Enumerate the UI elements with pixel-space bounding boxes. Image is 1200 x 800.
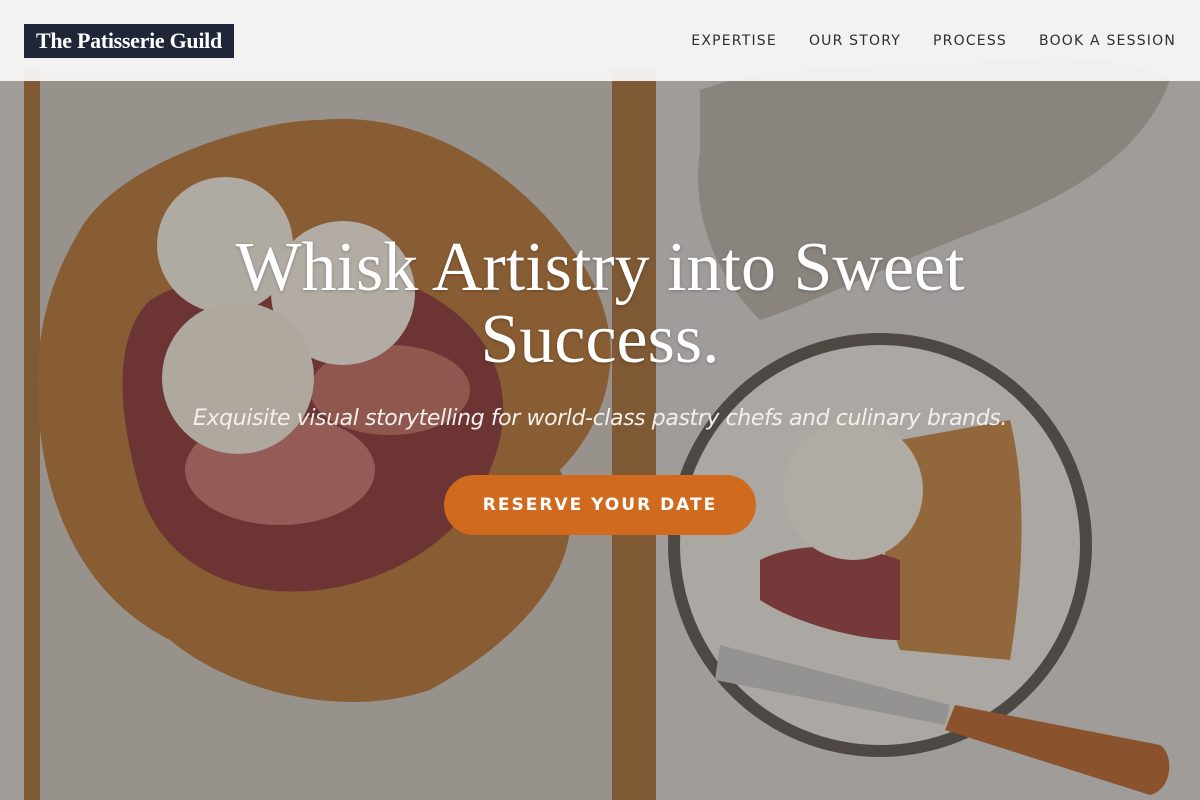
hero-content: Whisk Artistry into Sweet Success. Exqui… (0, 232, 1200, 535)
nav-link-our-story[interactable]: OUR STORY (809, 33, 901, 49)
brand-logo-link[interactable]: The Patisserie Guild (24, 23, 234, 58)
hero-subtitle: Exquisite visual storytelling for world-… (193, 406, 1007, 431)
main-nav: EXPERTISE OUR STORY PROCESS BOOK A SESSI… (691, 33, 1176, 49)
hero-title: Whisk Artistry into Sweet Success. (235, 229, 965, 378)
site-header: The Patisserie Guild EXPERTISE OUR STORY… (0, 0, 1200, 81)
nav-link-book-a-session[interactable]: BOOK A SESSION (1039, 33, 1176, 49)
reserve-date-button[interactable]: RESERVE YOUR DATE (444, 475, 756, 535)
nav-link-expertise[interactable]: EXPERTISE (691, 33, 777, 49)
nav-link-process[interactable]: PROCESS (933, 33, 1007, 49)
